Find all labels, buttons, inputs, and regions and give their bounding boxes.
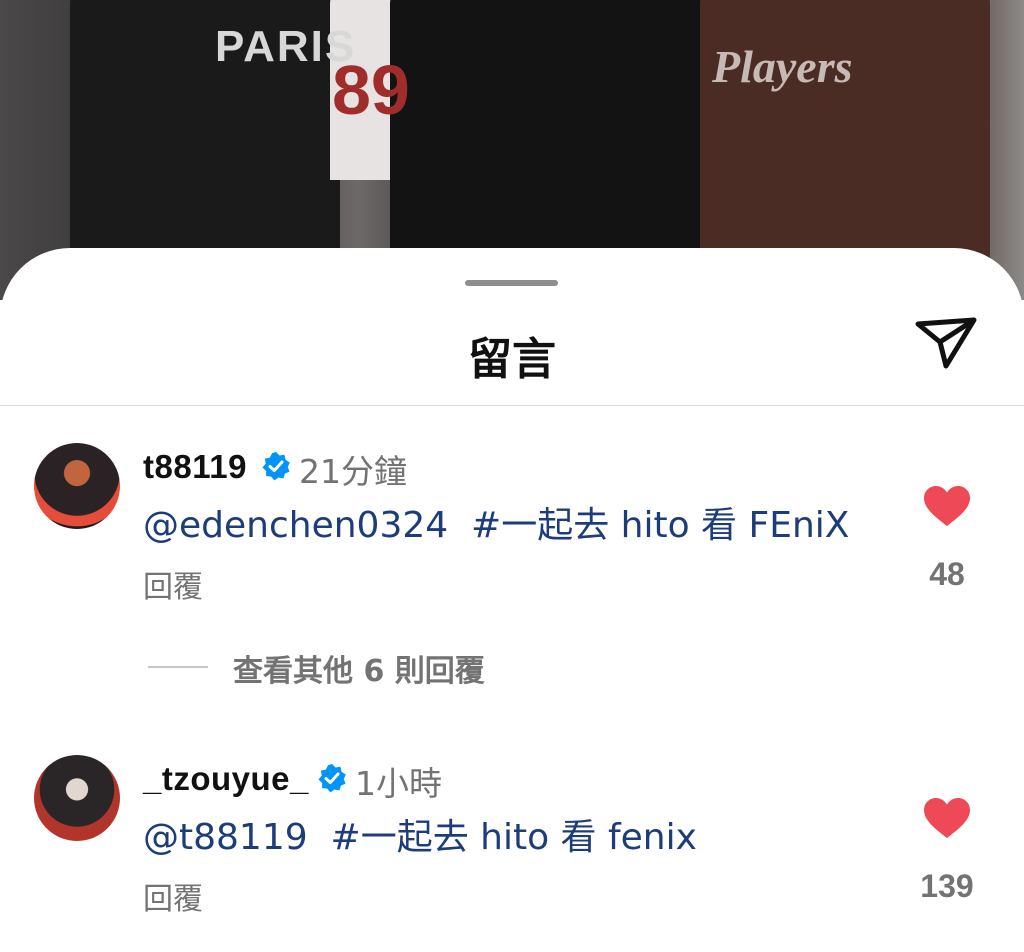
heart-icon[interactable] [922, 796, 972, 840]
comment-text: @edenchen0324 #一起去 hito 看 FEniX [143, 496, 849, 548]
replies-divider-line [148, 666, 208, 668]
jersey-text-players: Players [712, 41, 853, 92]
mention-link[interactable]: @edenchen0324 [143, 505, 448, 546]
verified-badge-icon [262, 452, 290, 481]
sheet-drag-handle[interactable] [465, 280, 558, 286]
reply-button[interactable]: 回覆 [143, 874, 203, 918]
jersey-number: 89 [332, 51, 410, 129]
comment-text: @t88119 #一起去 hito 看 fenix [143, 808, 697, 860]
comment-timestamp: 21分鐘 [299, 452, 407, 491]
person-center [390, 0, 710, 280]
send-icon[interactable] [912, 314, 980, 372]
hashtag-link[interactable]: #一起去 hito 看 fenix [331, 817, 697, 858]
avatar[interactable] [34, 443, 120, 529]
mention-link[interactable]: @t88119 [143, 817, 308, 858]
avatar[interactable] [34, 755, 120, 841]
comment-username[interactable]: _tzouyue_ [143, 760, 309, 798]
sheet-title: 留言 [468, 334, 556, 385]
hashtag-link[interactable]: #一起去 hito 看 FEniX [471, 505, 849, 546]
like-count: 48 [929, 556, 965, 592]
header-divider [0, 405, 1024, 406]
comment-timestamp: 1小時 [355, 764, 442, 803]
reply-button[interactable]: 回覆 [143, 562, 203, 606]
heart-icon[interactable] [922, 484, 972, 528]
comment-username[interactable]: t88119 [143, 448, 247, 486]
verified-badge-icon [318, 764, 346, 793]
like-count: 139 [920, 868, 974, 904]
view-replies-label: 查看其他 6 則回覆 [233, 654, 485, 689]
